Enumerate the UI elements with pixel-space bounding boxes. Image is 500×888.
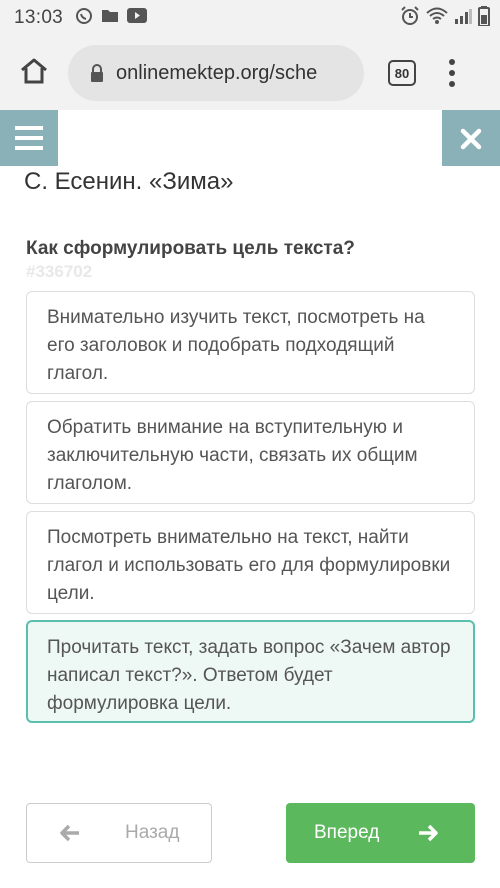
status-time: 13:03 [14,7,64,28]
question-id: #336702 [26,262,93,281]
tab-count: 80 [394,65,410,81]
tab-switcher-button[interactable]: 80 [388,60,416,86]
answer-text: Посмотреть внимательно на текст, найти г… [47,527,451,604]
close-button[interactable] [442,110,500,166]
dot [449,59,455,65]
next-button[interactable]: Вперед [286,803,475,863]
home-icon [19,57,49,90]
dot [449,81,455,87]
whatsapp-icon [75,7,93,30]
youtube-icon [127,8,148,28]
lesson-title: С. Есенин. «Зима» [24,168,234,195]
menu-line [15,126,43,130]
home-button[interactable] [14,53,54,93]
answer-text: Прочитать текст, задать вопрос «Зачем ав… [47,637,451,714]
menu-line [15,146,43,150]
lock-icon [90,64,104,82]
dot [449,70,455,76]
status-bar: 13:03 [0,0,500,36]
answer-text: Внимательно изучить текст, посмотреть на… [47,307,425,384]
back-button[interactable]: Назад [26,803,212,863]
answer-text: Обратить внимание на вступительную и зак… [47,417,418,494]
battery-icon [478,5,490,31]
notification-icons [75,7,148,30]
system-icons [400,5,490,31]
question-text: Как сформулировать цель текста? [26,238,355,259]
answer-option[interactable]: Посмотреть внимательно на текст, найти г… [26,511,475,614]
answer-option[interactable]: Обратить внимание на вступительную и зак… [26,401,475,504]
browser-toolbar: onlinemektep.org/sche 80 [0,36,500,110]
menu-line [15,136,43,140]
close-icon [460,117,482,159]
overflow-menu-button[interactable] [442,59,462,87]
next-label: Вперед [314,822,380,843]
wifi-icon [426,7,448,30]
hamburger-menu-button[interactable] [0,110,58,166]
arrow-right-icon [417,824,439,842]
arrow-left-icon [59,824,81,842]
alarm-icon [400,5,420,31]
answer-option[interactable]: Внимательно изучить текст, посмотреть на… [26,291,475,394]
address-bar[interactable]: onlinemektep.org/sche [68,45,364,101]
back-label: Назад [125,822,180,843]
folder-icon [101,8,119,28]
url-text: onlinemektep.org/sche [116,61,318,84]
answer-option-selected[interactable]: Прочитать текст, задать вопрос «Зачем ав… [26,620,475,723]
signal-icon [454,8,472,29]
